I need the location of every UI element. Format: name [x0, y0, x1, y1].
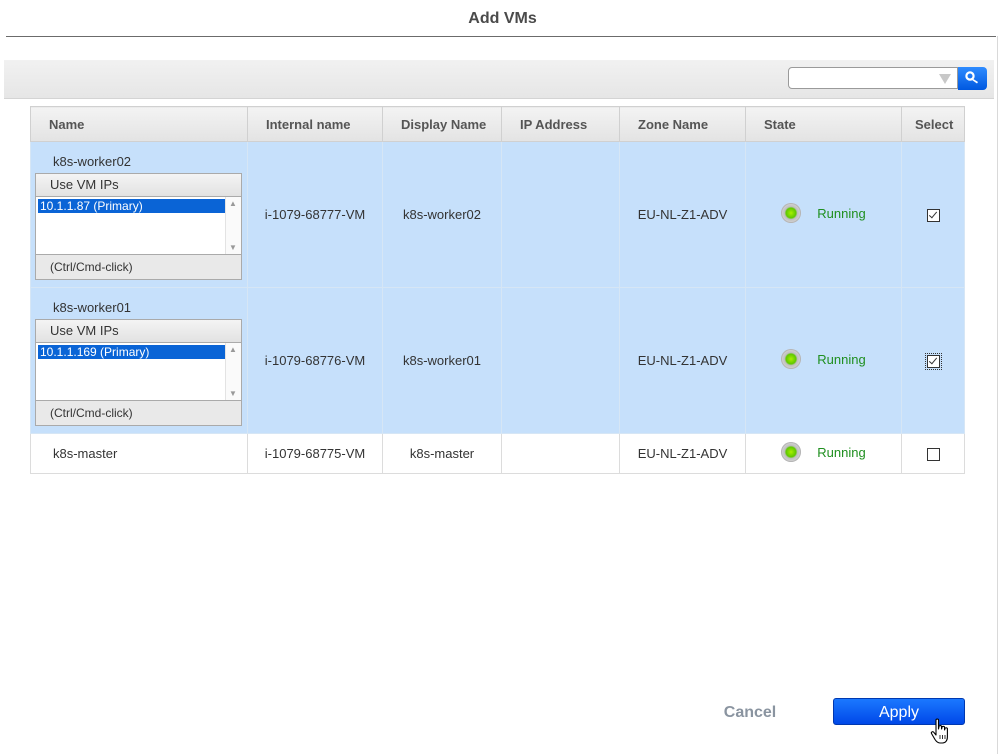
select-cell — [901, 287, 965, 434]
column-header-state[interactable]: State — [745, 106, 902, 142]
display-name-cell: k8s-worker02 — [382, 141, 502, 288]
vm-name: k8s-worker02 — [53, 154, 132, 169]
column-header-name[interactable]: Name — [30, 106, 248, 142]
use-vm-ips-header: Use VM IPs — [36, 320, 241, 343]
state-text: Running — [817, 205, 866, 221]
display-name-cell: k8s-worker01 — [382, 287, 502, 434]
ip-option[interactable]: 10.1.1.87 (Primary) — [38, 199, 227, 213]
column-header-zone-name[interactable]: Zone Name — [619, 106, 746, 142]
column-header-display-name[interactable]: Display Name — [382, 106, 502, 142]
select-cell — [901, 141, 965, 288]
cancel-button[interactable]: Cancel — [722, 702, 778, 724]
ip-selector: Use VM IPs 10.1.1.87 (Primary) ▲ ▼ (Ctrl… — [35, 173, 242, 280]
state-cell: Running — [745, 433, 902, 474]
title-divider — [6, 36, 996, 37]
listbox-scrollbar[interactable]: ▲ ▼ — [225, 343, 241, 400]
column-header-ip-address[interactable]: IP Address — [501, 106, 620, 142]
ip-address-cell — [501, 141, 620, 288]
name-cell: k8s-worker01 Use VM IPs 10.1.1.169 (Prim… — [30, 287, 248, 434]
state-text: Running — [817, 444, 866, 460]
state-cell: Running — [745, 287, 902, 434]
internal-name-cell: i-1079-68775-VM — [247, 433, 383, 474]
ip-address-cell — [501, 287, 620, 434]
ip-option[interactable]: 10.1.1.169 (Primary) — [38, 345, 227, 359]
column-header-select[interactable]: Select — [901, 106, 965, 142]
ip-address-cell — [501, 433, 620, 474]
vm-table: Name Internal name Display Name IP Addre… — [30, 106, 965, 474]
search-button[interactable] — [958, 67, 987, 90]
filter-dropdown-icon[interactable] — [939, 74, 951, 84]
multi-select-hint: (Ctrl/Cmd-click) — [50, 406, 133, 420]
vm-name: k8s-worker01 — [53, 300, 132, 315]
dialog-title: Add VMs — [468, 10, 537, 27]
use-vm-ips-header: Use VM IPs — [36, 174, 241, 197]
zone-name-cell: EU-NL-Z1-ADV — [619, 141, 746, 288]
zone-name-cell: EU-NL-Z1-ADV — [619, 287, 746, 434]
running-status-icon — [781, 349, 802, 369]
zone-name-cell: EU-NL-Z1-ADV — [619, 433, 746, 474]
hand-cursor-icon — [930, 718, 948, 744]
ip-selector: Use VM IPs 10.1.1.169 (Primary) ▲ ▼ (Ctr… — [35, 319, 242, 426]
select-checkbox[interactable] — [924, 353, 942, 371]
name-cell: k8s-master — [30, 433, 248, 474]
search-box[interactable] — [788, 67, 958, 89]
scroll-down-icon[interactable]: ▼ — [229, 243, 237, 252]
dialog-edge — [997, 36, 998, 754]
state-cell: Running — [745, 141, 902, 288]
name-cell: k8s-worker02 Use VM IPs 10.1.1.87 (Prima… — [30, 141, 248, 288]
column-header-internal-name[interactable]: Internal name — [247, 106, 383, 142]
running-status-icon — [781, 203, 802, 223]
listbox-scrollbar[interactable]: ▲ ▼ — [225, 197, 241, 254]
scroll-up-icon[interactable]: ▲ — [229, 345, 237, 354]
ip-listbox[interactable]: 10.1.1.87 (Primary) ▲ ▼ — [36, 197, 241, 255]
table-header-row: Name Internal name Display Name IP Addre… — [30, 106, 965, 142]
scroll-down-icon[interactable]: ▼ — [229, 389, 237, 398]
state-text: Running — [817, 351, 866, 367]
ip-listbox[interactable]: 10.1.1.169 (Primary) ▲ ▼ — [36, 343, 241, 401]
running-status-icon — [781, 442, 802, 462]
internal-name-cell: i-1079-68777-VM — [247, 141, 383, 288]
select-cell — [901, 433, 965, 474]
select-checkbox[interactable] — [926, 209, 940, 223]
vm-name: k8s-master — [53, 446, 118, 461]
display-name-cell: k8s-master — [382, 433, 502, 474]
table-row[interactable]: k8s-worker01 Use VM IPs 10.1.1.169 (Prim… — [30, 287, 965, 434]
multi-select-hint: (Ctrl/Cmd-click) — [50, 260, 133, 274]
select-checkbox[interactable] — [926, 448, 940, 462]
scroll-up-icon[interactable]: ▲ — [229, 199, 237, 208]
table-row[interactable]: k8s-master i-1079-68775-VM k8s-master EU… — [30, 433, 965, 474]
search-icon — [965, 71, 978, 84]
search-input[interactable] — [793, 69, 937, 89]
internal-name-cell: i-1079-68776-VM — [247, 287, 383, 434]
table-row[interactable]: k8s-worker02 Use VM IPs 10.1.1.87 (Prima… — [30, 141, 965, 288]
